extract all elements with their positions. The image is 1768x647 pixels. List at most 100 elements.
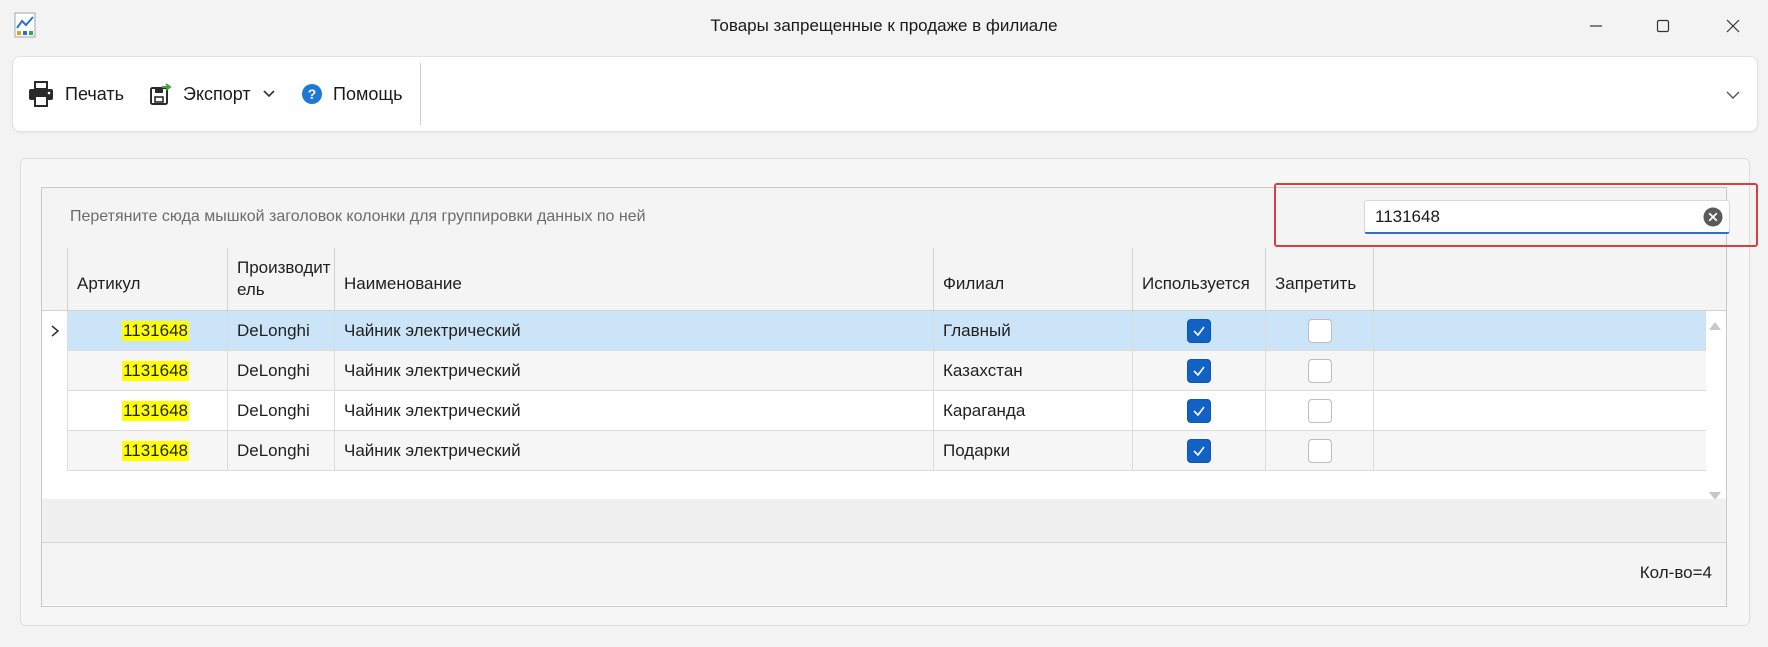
used-checkbox[interactable]: [1187, 399, 1211, 423]
cell-used: [1133, 311, 1266, 351]
cell-name[interactable]: Чайник электрический: [335, 311, 934, 351]
svg-text:?: ?: [308, 86, 317, 102]
cell-filler: [1374, 351, 1706, 391]
toolbar-separator: [420, 63, 421, 125]
cell-branch[interactable]: Казахстан: [934, 351, 1133, 391]
cell-name[interactable]: Чайник электрический: [335, 351, 934, 391]
cell-used: [1133, 351, 1266, 391]
maximize-button[interactable]: [1640, 10, 1686, 42]
chevron-right-icon: [51, 325, 59, 337]
table-row[interactable]: 1131648 DeLonghi Чайник электрический Гл…: [42, 311, 1706, 351]
clear-search-button[interactable]: [1703, 207, 1723, 227]
check-icon: [1193, 326, 1205, 337]
table-row[interactable]: 1131648 DeLonghi Чайник электрический Ка…: [42, 391, 1706, 431]
chevron-down-icon: [263, 90, 275, 98]
content-panel: Перетяните сюда мышкой заголовок колонки…: [20, 158, 1758, 626]
clear-icon: [1703, 207, 1723, 227]
header-article[interactable]: Артикул: [68, 248, 228, 310]
data-grid: Перетяните сюда мышкой заголовок колонки…: [41, 183, 1758, 607]
cell-manufacturer[interactable]: DeLonghi: [228, 351, 335, 391]
grid-header: Артикул Производит ель Наименование Фили…: [42, 248, 1726, 311]
check-icon: [1193, 366, 1205, 377]
cell-branch[interactable]: Подарки: [934, 431, 1133, 471]
group-hint: Перетяните сюда мышкой заголовок колонки…: [70, 208, 646, 225]
cell-article[interactable]: 1131648: [68, 391, 228, 431]
check-icon: [1193, 446, 1205, 457]
scroll-up-button[interactable]: [1708, 318, 1722, 330]
header-name[interactable]: Наименование: [335, 248, 934, 310]
toolbar: Печать Экспорт ? Помощь: [12, 56, 1758, 132]
cell-article[interactable]: 1131648: [68, 351, 228, 391]
cell-article[interactable]: 1131648: [68, 311, 228, 351]
grid-rows: 1131648 DeLonghi Чайник электрический Гл…: [42, 311, 1726, 475]
table-row[interactable]: 1131648 DeLonghi Чайник электрический Ка…: [42, 351, 1706, 391]
forbid-checkbox[interactable]: [1307, 359, 1332, 383]
search-box[interactable]: [1364, 200, 1730, 234]
forbid-checkbox[interactable]: [1307, 399, 1332, 423]
header-filler: [1374, 248, 1726, 310]
arrow-up-icon: [1709, 322, 1721, 330]
header-indicator: [42, 248, 68, 310]
cell-manufacturer[interactable]: DeLonghi: [228, 431, 335, 471]
cell-filler: [1374, 431, 1706, 471]
row-indicator[interactable]: [42, 431, 68, 471]
table-row[interactable]: 1131648 DeLonghi Чайник электрический По…: [42, 431, 1706, 471]
cell-used: [1133, 431, 1266, 471]
article-value: 1131648: [122, 321, 189, 341]
close-icon: [1726, 19, 1740, 33]
cell-filler: [1374, 311, 1706, 351]
cell-branch[interactable]: Караганда: [934, 391, 1133, 431]
check-icon: [1193, 406, 1205, 417]
grid-footer: Кол-во=4: [42, 543, 1726, 605]
row-indicator[interactable]: [42, 351, 68, 391]
header-manufacturer[interactable]: Производит ель: [228, 248, 335, 310]
group-by-panel[interactable]: Перетяните сюда мышкой заголовок колонки…: [42, 183, 1758, 249]
row-indicator[interactable]: [42, 391, 68, 431]
cell-branch[interactable]: Главный: [934, 311, 1133, 351]
header-branch[interactable]: Филиал: [934, 248, 1133, 310]
export-label: Экспорт: [183, 83, 251, 104]
scroll-down-button[interactable]: [1708, 488, 1722, 500]
cell-manufacturer[interactable]: DeLonghi: [228, 311, 335, 351]
window-title: Товары запрещенные к продаже в филиале: [710, 16, 1058, 35]
export-button[interactable]: Экспорт: [149, 79, 277, 109]
export-icon: [150, 83, 172, 105]
close-button[interactable]: [1710, 10, 1756, 42]
printer-icon: [29, 81, 53, 107]
cell-forbid: [1266, 311, 1374, 351]
header-used[interactable]: Используется: [1133, 248, 1266, 310]
filter-row[interactable]: [42, 499, 1726, 543]
cell-forbid: [1266, 351, 1374, 391]
article-value: 1131648: [122, 401, 189, 421]
cell-filler: [1374, 391, 1706, 431]
minimize-button[interactable]: [1573, 10, 1619, 42]
header-forbid[interactable]: Запретить: [1266, 248, 1374, 310]
print-button[interactable]: Печать: [27, 79, 124, 109]
chevron-down-icon: [1726, 91, 1740, 99]
forbid-checkbox[interactable]: [1307, 319, 1332, 343]
row-indicator[interactable]: [42, 311, 68, 351]
maximize-icon: [1656, 19, 1670, 33]
toolbar-expand-button[interactable]: [1723, 85, 1743, 105]
used-checkbox[interactable]: [1187, 319, 1211, 343]
used-checkbox[interactable]: [1187, 359, 1211, 383]
cell-used: [1133, 391, 1266, 431]
article-value: 1131648: [122, 361, 189, 381]
used-checkbox[interactable]: [1187, 439, 1211, 463]
print-label: Печать: [65, 83, 124, 104]
cell-name[interactable]: Чайник электрический: [335, 431, 934, 471]
cell-article[interactable]: 1131648: [68, 431, 228, 471]
forbid-checkbox[interactable]: [1307, 439, 1332, 463]
app-window: Товары запрещенные к продаже в филиале П…: [0, 0, 1768, 647]
cell-name[interactable]: Чайник электрический: [335, 391, 934, 431]
article-value: 1131648: [122, 441, 189, 461]
cell-manufacturer[interactable]: DeLonghi: [228, 391, 335, 431]
search-input[interactable]: [1375, 205, 1685, 229]
help-button[interactable]: ? Помощь: [301, 79, 403, 109]
cell-forbid: [1266, 431, 1374, 471]
help-label: Помощь: [333, 83, 403, 104]
cell-forbid: [1266, 391, 1374, 431]
help-icon: ?: [302, 84, 322, 104]
title-bar: Товары запрещенные к продаже в филиале: [0, 0, 1768, 52]
row-count: Кол-во=4: [1639, 563, 1712, 582]
